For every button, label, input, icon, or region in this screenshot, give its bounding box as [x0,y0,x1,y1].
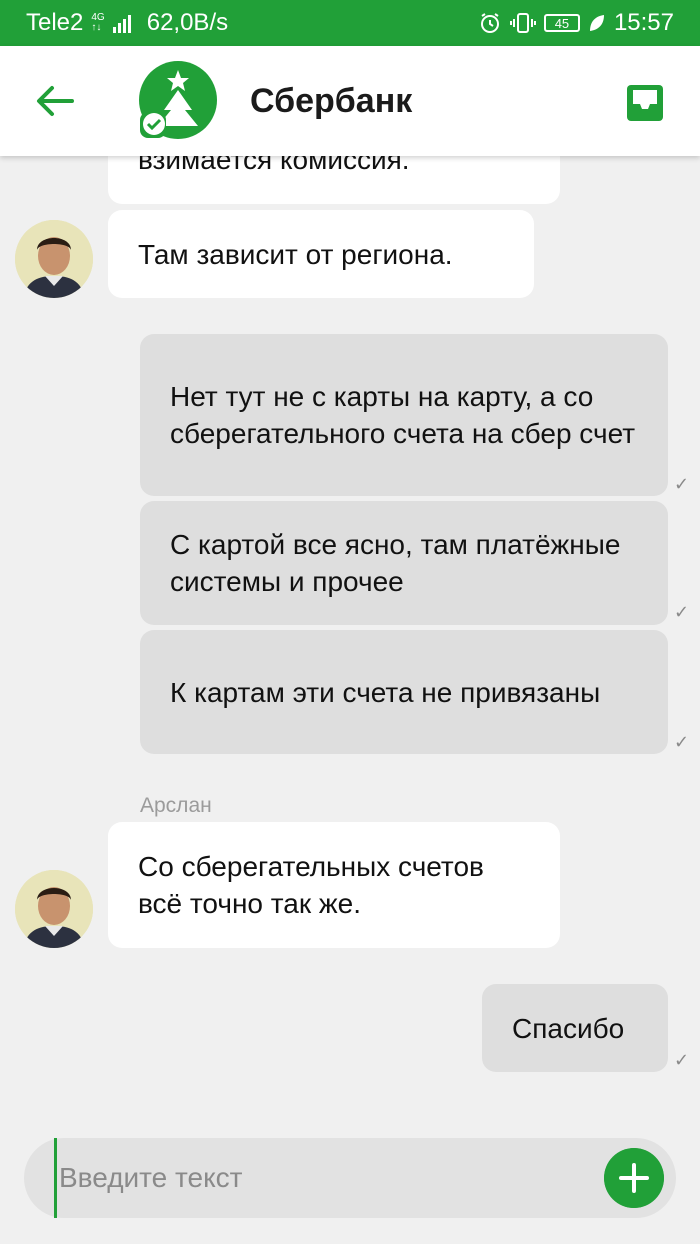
read-check-icon: ✓ [674,1050,690,1070]
sberbank-logo [139,61,217,139]
alarm-icon [480,13,499,33]
read-check-icon: ✓ [674,602,690,622]
network-type: 4G ↑↓ [91,12,105,33]
inbox-icon[interactable] [622,80,668,126]
message-incoming: Там зависит от региона. [108,210,534,298]
network-speed: 62,0B/s [146,9,229,36]
message-outgoing: Спасибо [482,984,668,1072]
message-incoming: Со сберегательных счетов всё точно так ж… [108,822,560,948]
back-arrow-icon[interactable] [30,80,78,122]
sender-name: Арслан [140,794,212,817]
read-check-icon: ✓ [674,732,690,752]
signal-icon [112,13,131,33]
avatar [15,220,93,298]
vibrate-icon [509,13,536,33]
battery-indicator: 45 [543,14,580,32]
leaf-icon [589,15,604,31]
chat-header: Сбербанк [0,46,700,156]
clock-time: 15:57 [613,9,674,36]
message-outgoing: К картам эти счета не привязаны [140,630,668,754]
message-input[interactable] [54,1138,594,1218]
avatar [15,870,93,948]
message-outgoing: С картой все ясно, там платёжные системы… [140,501,668,625]
carrier-name: Tele2 [26,9,84,36]
message-incoming: взимается комиссия. [108,156,560,204]
chat-messages[interactable]: взимается комиссия. Там зависит от регио… [0,156,700,1132]
plus-icon[interactable] [604,1148,664,1208]
message-composer [24,1138,676,1218]
read-check-icon: ✓ [674,474,690,494]
status-bar: Tele2 4G ↑↓ 62,0B/s 45 15:57 [0,0,700,46]
message-outgoing: Нет тут не с карты на карту, а со сберег… [140,334,668,496]
chat-title: Сбербанк [250,82,413,120]
